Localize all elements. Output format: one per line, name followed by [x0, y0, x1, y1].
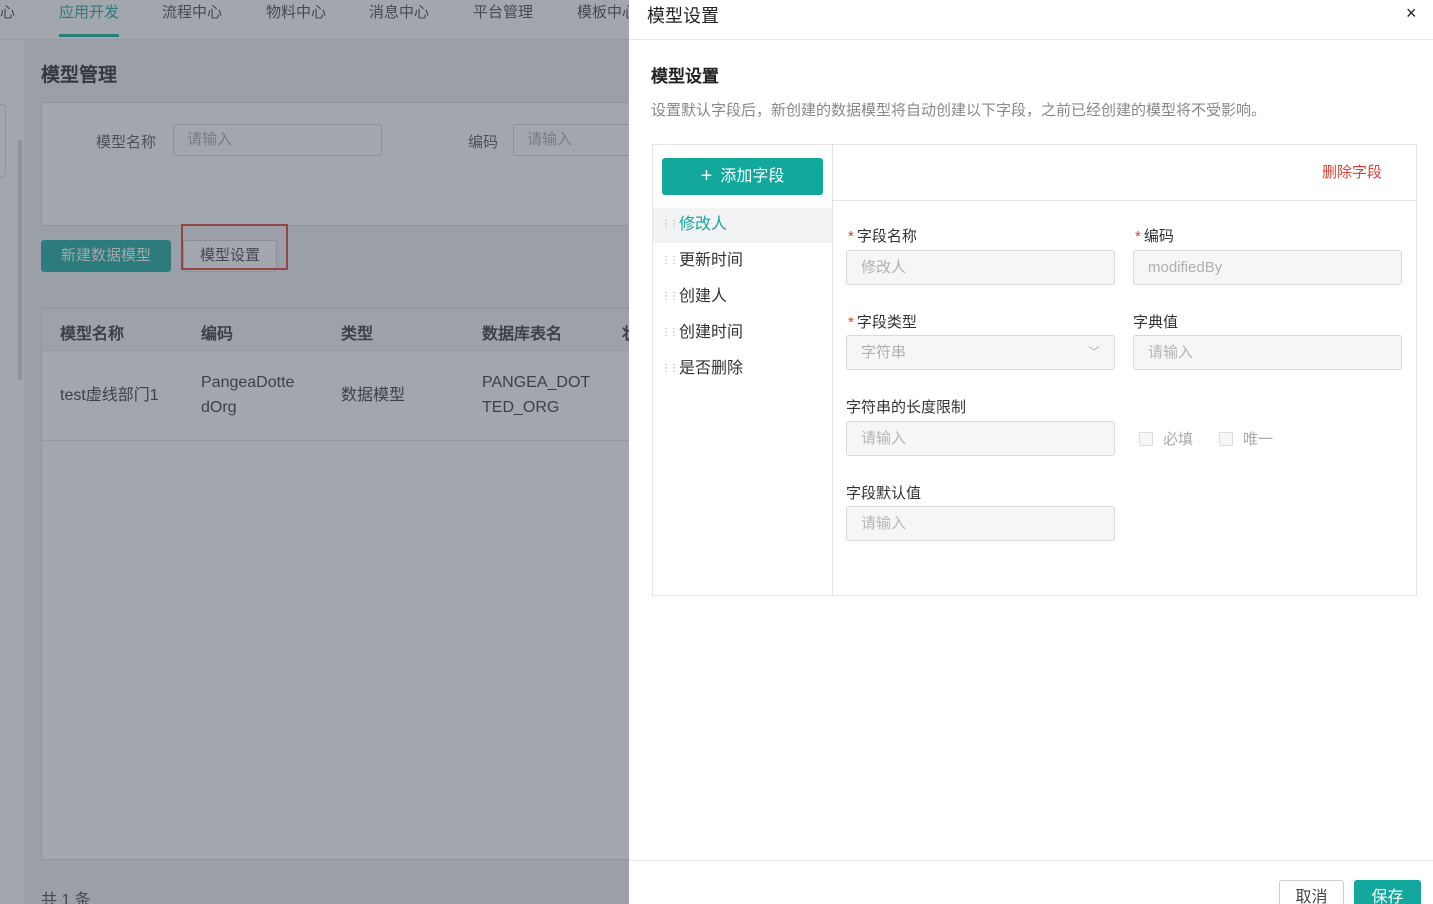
field-name-label-text: 字段名称	[856, 228, 917, 245]
drawer-title: 模型设置	[647, 6, 719, 26]
code-input[interactable]: modifiedBy	[1133, 250, 1402, 285]
code-label-text: 编码	[1143, 228, 1174, 245]
dict-label: 字典值	[1133, 314, 1179, 331]
required-checkbox-label: 必填	[1163, 431, 1194, 448]
drawer-footer: 取消 保存	[629, 860, 1433, 904]
close-icon[interactable]: ×	[1406, 2, 1417, 24]
drag-handle-icon[interactable]: ⋮⋮	[661, 244, 679, 278]
field-item-label: 更新时间	[679, 252, 744, 269]
unique-checkbox-label: 唯一	[1243, 431, 1274, 448]
field-item-is-deleted[interactable]: ⋮⋮ 是否删除	[653, 352, 832, 387]
length-limit-label: 字符串的长度限制	[846, 399, 967, 416]
dict-input[interactable]: 请输入	[1133, 335, 1402, 370]
checkbox-icon	[1139, 432, 1153, 446]
chevron-down-icon: ﹀	[1087, 345, 1100, 359]
field-item-creator[interactable]: ⋮⋮ 创建人	[653, 280, 832, 315]
length-limit-input[interactable]: 请输入	[846, 421, 1115, 456]
save-button[interactable]: 保存	[1354, 880, 1421, 904]
field-name-label: * 字段名称	[848, 225, 917, 246]
field-type-label: * 字段类型	[848, 311, 917, 332]
required-checkbox[interactable]: 必填	[1139, 428, 1193, 449]
drawer-header: 模型设置 ×	[629, 0, 1433, 40]
required-mark: *	[848, 314, 854, 331]
field-item-label: 是否删除	[679, 360, 744, 377]
code-label: * 编码	[1135, 225, 1174, 246]
required-mark: *	[1135, 228, 1141, 245]
drag-handle-icon[interactable]: ⋮⋮	[661, 352, 679, 386]
cancel-button[interactable]: 取消	[1279, 880, 1344, 904]
add-field-label: 添加字段	[720, 168, 785, 185]
section-title: 模型设置	[651, 67, 719, 86]
field-item-update-time[interactable]: ⋮⋮ 更新时间	[653, 244, 832, 279]
field-item-modifier[interactable]: ⋮⋮ 修改人	[653, 208, 832, 243]
drag-handle-icon[interactable]: ⋮⋮	[661, 208, 679, 242]
required-mark: *	[848, 228, 854, 245]
delete-field-link[interactable]: 删除字段	[1322, 161, 1382, 182]
field-type-select[interactable]: 字符串 ﹀	[846, 335, 1115, 370]
checkbox-icon	[1219, 432, 1233, 446]
unique-checkbox[interactable]: 唯一	[1219, 428, 1273, 449]
field-type-value: 字符串	[861, 344, 907, 361]
field-item-create-time[interactable]: ⋮⋮ 创建时间	[653, 316, 832, 351]
plus-icon: +	[700, 165, 713, 187]
field-item-label: 创建时间	[679, 324, 744, 341]
default-value-label: 字段默认值	[846, 485, 922, 502]
default-value-input[interactable]: 请输入	[846, 506, 1115, 541]
drag-handle-icon[interactable]: ⋮⋮	[661, 316, 679, 350]
field-item-label: 创建人	[679, 288, 728, 305]
drag-handle-icon[interactable]: ⋮⋮	[661, 280, 679, 314]
add-field-button[interactable]: + 添加字段	[662, 158, 823, 195]
field-name-input[interactable]: 修改人	[846, 250, 1115, 285]
field-detail-form: 删除字段 * 字段名称 修改人 * 编码 modifiedBy * 字段类型 字符串 …	[833, 145, 1416, 595]
model-settings-drawer: 模型设置 × 模型设置 设置默认字段后，新创建的数据模型将自动创建以下字段，之前…	[629, 0, 1433, 904]
section-description: 设置默认字段后，新创建的数据模型将自动创建以下字段，之前已经创建的模型将不受影响…	[651, 102, 1267, 119]
field-type-label-text: 字段类型	[856, 314, 917, 331]
detail-toolbar: 删除字段	[833, 145, 1416, 201]
field-item-label: 修改人	[679, 216, 728, 233]
field-list: + 添加字段 ⋮⋮ 修改人 ⋮⋮ 更新时间 ⋮⋮ 创建人 ⋮⋮ 创建时间 ⋮⋮ 是…	[653, 145, 833, 595]
default-fields-editor: + 添加字段 ⋮⋮ 修改人 ⋮⋮ 更新时间 ⋮⋮ 创建人 ⋮⋮ 创建时间 ⋮⋮ 是…	[652, 144, 1417, 596]
